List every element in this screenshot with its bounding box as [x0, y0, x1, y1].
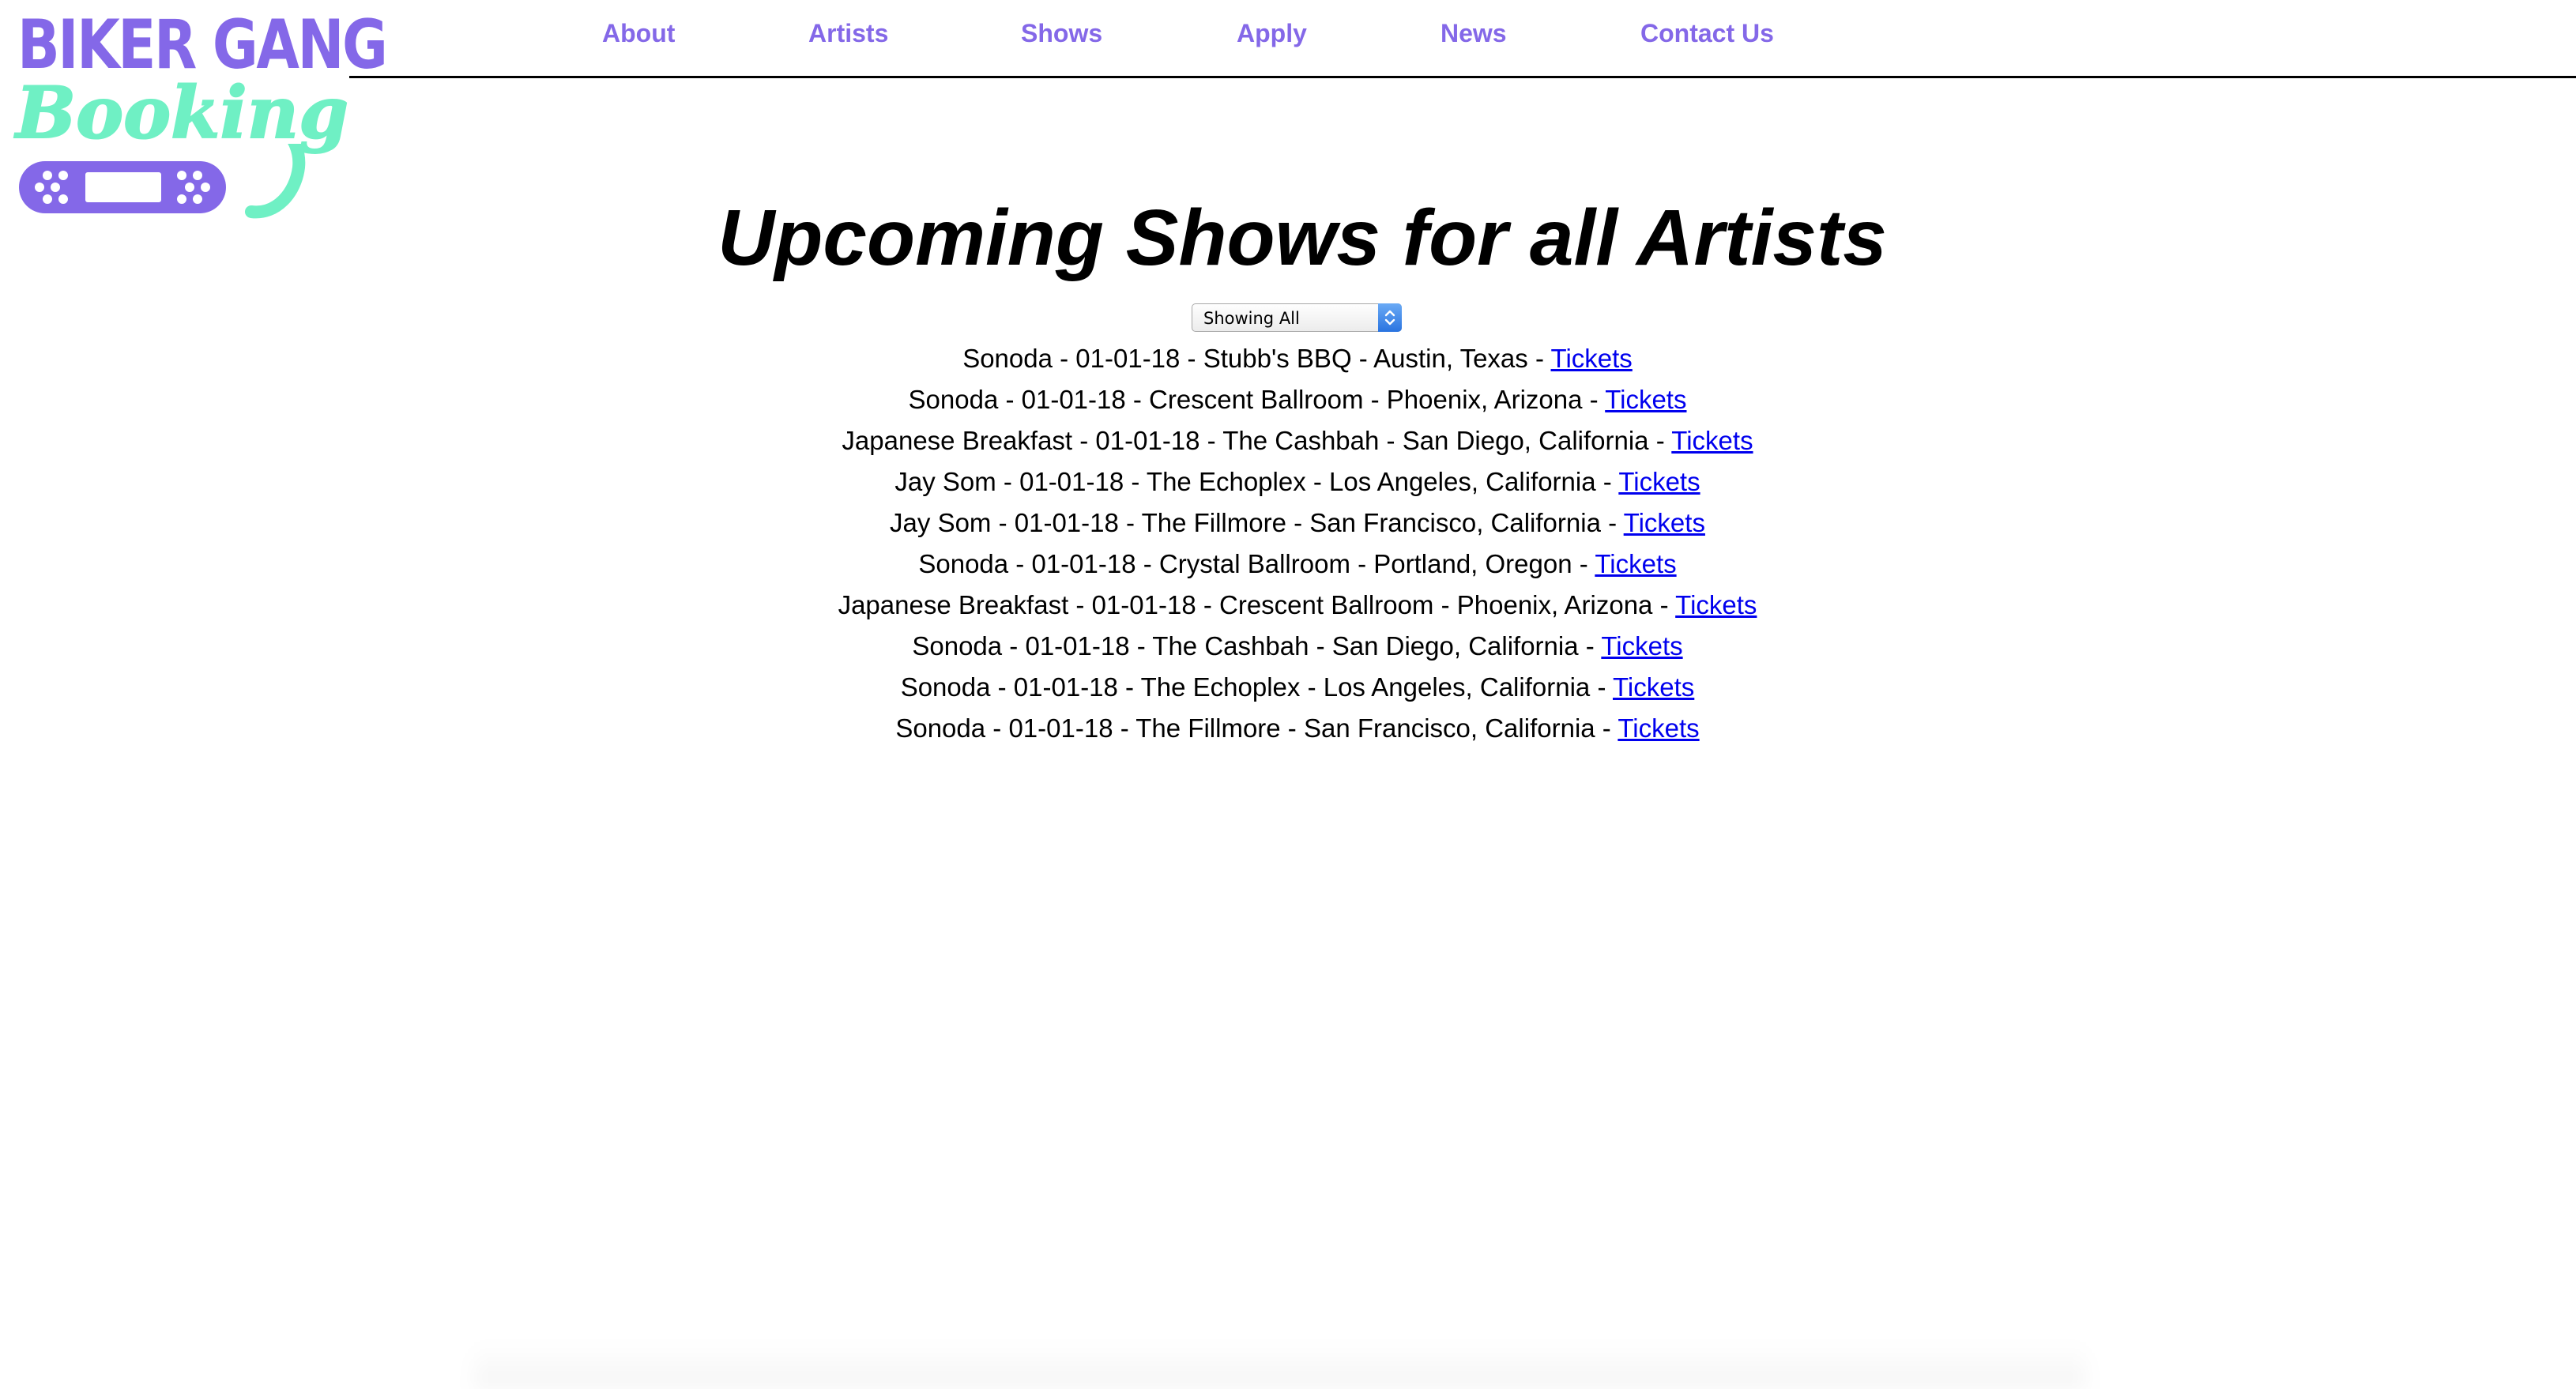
nav-item-artists[interactable]: Artists — [808, 19, 888, 48]
artist-filter-selected-value: Showing All — [1203, 309, 1300, 328]
tickets-link[interactable]: Tickets — [1605, 385, 1686, 414]
show-list-item: Jay Som - 01-01-18 - The Fillmore - San … — [0, 503, 2576, 544]
show-list-item: Sonoda - 01-01-18 - The Cashbah - San Di… — [0, 626, 2576, 667]
show-details: Sonoda - 01-01-18 - The Echoplex - Los A… — [900, 672, 1613, 702]
footer-shadow — [474, 1343, 2086, 1389]
nav-item-news[interactable]: News — [1441, 19, 1507, 48]
show-details: Sonoda - 01-01-18 - The Cashbah - San Di… — [912, 631, 1602, 661]
show-list-item: Japanese Breakfast - 01-01-18 - Crescent… — [0, 585, 2576, 626]
logo-text-booking: Booking — [15, 71, 349, 155]
nav-item-shows[interactable]: Shows — [1021, 19, 1102, 48]
show-list-item: Jay Som - 01-01-18 - The Echoplex - Los … — [0, 461, 2576, 503]
tickets-link[interactable]: Tickets — [1675, 590, 1757, 619]
select-arrows-icon — [1378, 303, 1402, 332]
show-details: Jay Som - 01-01-18 - The Echoplex - Los … — [894, 467, 1619, 496]
nav-item-about[interactable]: About — [602, 19, 675, 48]
show-list-item: Sonoda - 01-01-18 - The Echoplex - Los A… — [0, 667, 2576, 708]
show-list-item: Sonoda - 01-01-18 - Stubb's BBQ - Austin… — [0, 338, 2576, 379]
page-title: Upcoming Shows for all Artists — [717, 194, 1887, 282]
show-list-item: Sonoda - 01-01-18 - The Fillmore - San F… — [0, 708, 2576, 749]
show-details: Jay Som - 01-01-18 - The Fillmore - San … — [890, 508, 1624, 537]
tickets-link[interactable]: Tickets — [1618, 713, 1699, 743]
tickets-link[interactable]: Tickets — [1624, 508, 1705, 537]
tickets-link[interactable]: Tickets — [1671, 426, 1753, 455]
show-list-item: Sonoda - 01-01-18 - Crescent Ballroom - … — [0, 379, 2576, 420]
nav-item-apply[interactable]: Apply — [1237, 19, 1307, 48]
show-list-item: Japanese Breakfast - 01-01-18 - The Cash… — [0, 420, 2576, 461]
show-list-item: Sonoda - 01-01-18 - Crystal Ballroom - P… — [0, 544, 2576, 585]
artist-filter-select[interactable]: Showing All — [1192, 303, 1402, 332]
show-details: Sonoda - 01-01-18 - Crescent Ballroom - … — [908, 385, 1606, 414]
shows-list: Sonoda - 01-01-18 - Stubb's BBQ - Austin… — [0, 338, 2576, 749]
show-details: Sonoda - 01-01-18 - The Fillmore - San F… — [895, 713, 1618, 743]
tickets-link[interactable]: Tickets — [1551, 344, 1633, 373]
tickets-link[interactable]: Tickets — [1613, 672, 1694, 702]
site-logo[interactable]: BIKER GANG Booking — [14, 11, 388, 219]
tickets-link[interactable]: Tickets — [1618, 467, 1700, 496]
logo-text-biker-gang: BIKER GANG — [17, 6, 388, 85]
tickets-link[interactable]: Tickets — [1595, 549, 1676, 578]
page: BIKER GANG Booking About Artists Shows A… — [0, 0, 2576, 1389]
show-details: Sonoda - 01-01-18 - Crystal Ballroom - P… — [918, 549, 1595, 578]
show-details: Japanese Breakfast - 01-01-18 - Crescent… — [838, 590, 1676, 619]
show-details: Japanese Breakfast - 01-01-18 - The Cash… — [842, 426, 1672, 455]
nav-item-contact-us[interactable]: Contact Us — [1640, 19, 1774, 48]
tickets-link[interactable]: Tickets — [1601, 631, 1682, 661]
main-nav: About Artists Shows Apply News Contact U… — [349, 0, 2576, 78]
show-details: Sonoda - 01-01-18 - Stubb's BBQ - Austin… — [962, 344, 1551, 373]
